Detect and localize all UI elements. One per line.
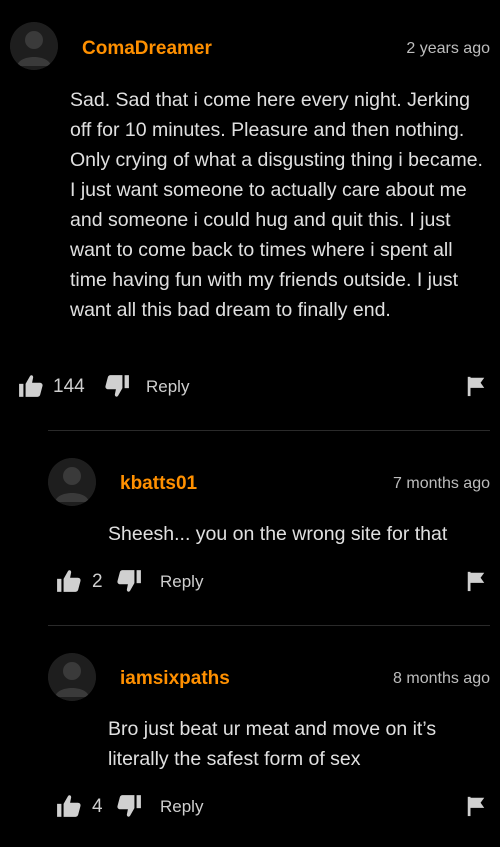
thumbs-up-icon[interactable]	[56, 568, 82, 594]
thumbs-down-icon[interactable]	[116, 568, 142, 594]
divider	[48, 625, 490, 626]
reply-button[interactable]: Reply	[160, 572, 203, 592]
comment-timestamp: 2 years ago	[406, 40, 490, 57]
default-user-avatar-icon	[48, 653, 96, 701]
flag-icon[interactable]	[465, 375, 487, 397]
reply-button[interactable]: Reply	[160, 797, 203, 817]
comment-username[interactable]: kbatts01	[120, 473, 197, 495]
comment-username[interactable]: iamsixpaths	[120, 668, 230, 690]
like-count: 2	[92, 571, 103, 592]
flag-icon[interactable]	[465, 570, 487, 592]
thumbs-up-icon[interactable]	[56, 793, 82, 819]
default-user-avatar-icon	[10, 22, 58, 70]
like-count: 4	[92, 796, 103, 817]
thumbs-up-icon[interactable]	[18, 373, 44, 399]
avatar[interactable]	[10, 22, 58, 70]
comment-username[interactable]: ComaDreamer	[82, 38, 212, 60]
comment-text: Sad. Sad that i come here every night. J…	[70, 89, 483, 321]
comment-text: Bro just beat ur meat and move on it’s l…	[108, 718, 437, 770]
comment-timestamp: 7 months ago	[393, 475, 490, 492]
like-count: 144	[53, 376, 85, 397]
thumbs-down-icon[interactable]	[116, 793, 142, 819]
reply-button[interactable]: Reply	[146, 377, 189, 397]
comment-actions: 4 Reply	[56, 793, 488, 823]
avatar[interactable]	[48, 458, 96, 506]
flag-icon[interactable]	[465, 795, 487, 817]
divider	[48, 430, 490, 431]
avatar[interactable]	[48, 653, 96, 701]
default-user-avatar-icon	[48, 458, 96, 506]
comment-text: Sheesh... you on the wrong site for that	[108, 523, 448, 545]
thumbs-down-icon[interactable]	[104, 373, 130, 399]
comment-actions: 144 Reply	[18, 373, 488, 403]
comment-actions: 2 Reply	[56, 568, 488, 598]
comment-timestamp: 8 months ago	[393, 670, 490, 687]
